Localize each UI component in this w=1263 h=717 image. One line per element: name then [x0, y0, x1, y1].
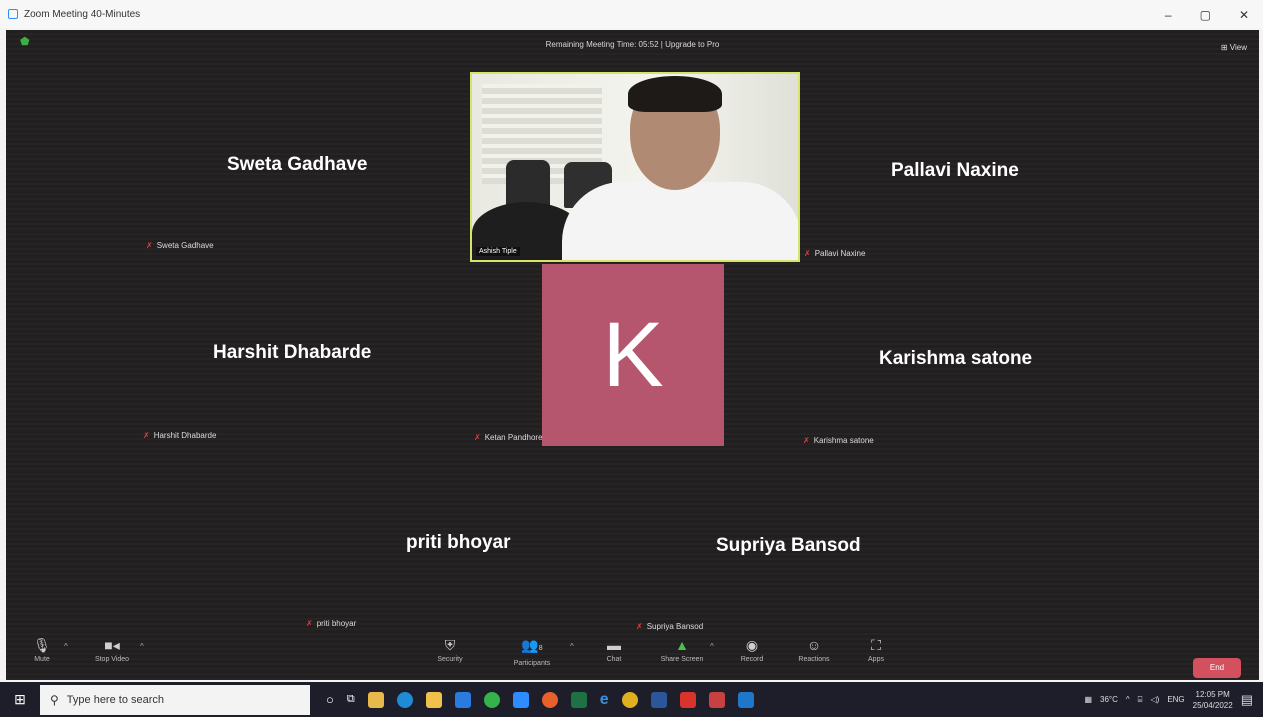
muted-mic-icon: ✗	[306, 619, 313, 628]
person-hair	[628, 76, 722, 112]
participant-name-harshit: Harshit Dhabarde	[213, 342, 372, 363]
participant-label-supriya: ✗ Supriya Bansod	[636, 622, 704, 631]
participant-avatar-k[interactable]: K	[542, 264, 724, 446]
participant-name-karishma: Karishma satone	[879, 348, 1033, 369]
language-indicator[interactable]: ENG	[1167, 695, 1184, 704]
video-participant-label: Ashish Tiple	[476, 247, 520, 256]
weather-icon[interactable]: ▦	[1084, 695, 1092, 704]
share-screen-button[interactable]: ▲ Share Screen	[650, 632, 714, 663]
chrome-icon[interactable]	[621, 691, 638, 708]
show-hidden-icons-chevron-icon[interactable]: ^	[1126, 695, 1130, 704]
internet-explorer-icon[interactable]: e	[600, 691, 609, 709]
maximize-button[interactable]: ▢	[1200, 8, 1211, 22]
security-button[interactable]: ⛨ Security	[418, 632, 482, 663]
participant-label-harshit: ✗ Harshit Dhabarde	[143, 431, 217, 440]
muted-mic-icon: ✗	[804, 249, 811, 258]
participant-label-pallavi: ✗ Pallavi Naxine	[804, 249, 866, 258]
system-tray: ▦ 36°C ^ ⌸ ◁) ENG 12:05 PM 25/04/2022 ▤	[1084, 682, 1253, 717]
zoom-taskbar-icon[interactable]	[512, 691, 529, 708]
person-shirt	[562, 182, 798, 260]
meeting-gallery: ⬟ Remaining Meeting Time: 05:52 | Upgrad…	[6, 30, 1259, 680]
muted-mic-icon: ✗	[636, 622, 643, 631]
chat-button[interactable]: ▬ Chat	[582, 632, 646, 663]
muted-mic-icon: ✗	[143, 431, 150, 440]
clock-time: 12:05 PM	[1195, 689, 1230, 699]
window-controls: – ▢ ✕	[1165, 8, 1249, 22]
close-button[interactable]: ✕	[1239, 8, 1249, 22]
title-bar: Zoom Meeting 40-Minutes – ▢ ✕	[0, 0, 1263, 28]
stop-video-button[interactable]: ■◂ Stop Video	[80, 632, 144, 663]
search-icon: ⚲	[50, 692, 59, 707]
share-screen-chevron-icon[interactable]: ^	[710, 642, 714, 651]
participant-name-supriya: Supriya Bansod	[716, 535, 861, 556]
apps-icon: ⛶	[871, 637, 881, 653]
windows-start-icon[interactable]: ⊞	[0, 682, 40, 717]
participant-label-karishma: ✗ Karishma satone	[803, 436, 874, 445]
acrobat-icon[interactable]	[679, 691, 696, 708]
pdf-icon[interactable]	[708, 691, 725, 708]
end-meeting-button[interactable]: End	[1193, 658, 1241, 678]
clock[interactable]: 12:05 PM 25/04/2022	[1193, 689, 1233, 711]
participant-name-sweta: Sweta Gadhave	[227, 154, 368, 175]
media-player-icon[interactable]	[737, 691, 754, 708]
firefox-icon[interactable]	[541, 691, 558, 708]
mail-icon[interactable]	[454, 691, 471, 708]
muted-mic-icon: ✗	[803, 436, 810, 445]
taskbar-apps: ○ ⧉ e	[326, 691, 754, 709]
record-button[interactable]: ◉ Record	[720, 632, 784, 663]
notifications-icon[interactable]: ▤	[1241, 692, 1253, 708]
remaining-time-banner[interactable]: Remaining Meeting Time: 05:52 | Upgrade …	[6, 40, 1259, 49]
participant-label-priti: ✗ priti bhoyar	[306, 619, 357, 628]
clock-date: 25/04/2022	[1192, 700, 1233, 710]
zoom-app-icon	[8, 9, 18, 19]
task-view-icon[interactable]: ⧉	[347, 693, 355, 706]
apps-button[interactable]: ⛶ Apps	[844, 632, 908, 663]
share-screen-icon: ▲	[675, 637, 689, 653]
chat-icon: ▬	[607, 637, 621, 653]
reactions-icon: ☺	[806, 637, 822, 653]
store-icon[interactable]	[367, 691, 384, 708]
search-placeholder: Type here to search	[66, 693, 165, 706]
active-speaker-video[interactable]: Ashish Tiple	[470, 72, 800, 262]
minimize-button[interactable]: –	[1165, 8, 1172, 22]
word-icon[interactable]	[650, 691, 667, 708]
participants-icon: 👥8	[521, 637, 543, 653]
meeting-toolbar: 🎙 Mute ^ ■◂ Stop Video ^ ⛨ Security 👥8 Parti…	[6, 632, 1259, 680]
muted-mic-icon: ✗	[474, 433, 481, 442]
shield-icon: ⛨	[444, 637, 456, 653]
cortana-icon[interactable]: ○	[326, 692, 334, 707]
window-title: Zoom Meeting 40-Minutes	[24, 8, 141, 20]
video-options-chevron-icon[interactable]: ^	[140, 642, 144, 651]
view-button[interactable]: ⊞ View	[1221, 43, 1247, 52]
participant-label-sweta: ✗ Sweta Gadhave	[146, 241, 214, 250]
participant-name-pallavi: Pallavi Naxine	[891, 160, 1019, 181]
weather-temp[interactable]: 36°C	[1100, 695, 1118, 704]
audio-options-chevron-icon[interactable]: ^	[64, 642, 68, 651]
excel-icon[interactable]	[570, 691, 587, 708]
record-icon: ◉	[745, 637, 759, 653]
volume-icon[interactable]: ◁)	[1150, 695, 1159, 704]
participant-label-ketan: ✗ Ketan Pandhore	[474, 433, 543, 442]
windows-taskbar: ⊞ ⚲ Type here to search ○ ⧉ e ▦ 36°C ^ ⌸…	[0, 682, 1263, 717]
edge-icon[interactable]	[396, 691, 413, 708]
participants-chevron-icon[interactable]: ^	[570, 642, 574, 651]
whatsapp-icon[interactable]	[483, 691, 500, 708]
zoom-window: Zoom Meeting 40-Minutes – ▢ ✕ ⬟ Remainin…	[0, 0, 1263, 717]
file-explorer-icon[interactable]	[425, 691, 442, 708]
video-camera-icon: ■◂	[104, 637, 120, 653]
network-icon[interactable]: ⌸	[1138, 695, 1143, 705]
muted-mic-icon: ✗	[146, 241, 153, 250]
participant-name-priti: priti bhoyar	[406, 532, 511, 553]
reactions-button[interactable]: ☺ Reactions	[782, 632, 846, 663]
participants-button[interactable]: 👥8 Participants	[500, 632, 564, 667]
taskbar-search-box[interactable]: ⚲ Type here to search	[40, 684, 310, 715]
